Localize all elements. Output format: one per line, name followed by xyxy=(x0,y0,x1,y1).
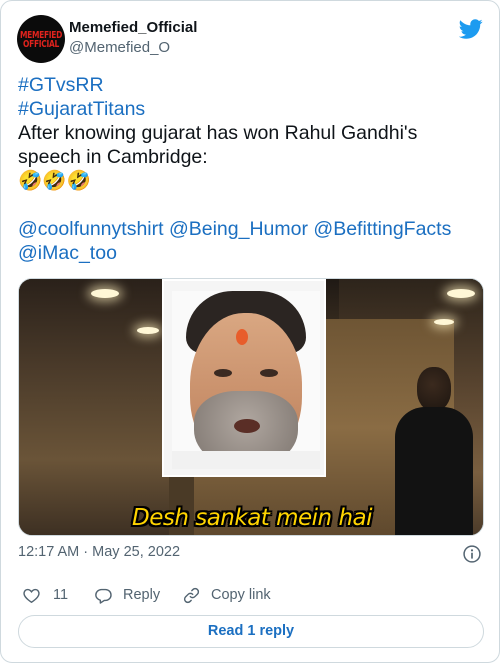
ceiling-light xyxy=(434,319,454,325)
tweet-body-line1: After knowing gujarat has won Rahul Gand… xyxy=(18,122,418,144)
ceiling-light xyxy=(91,289,119,298)
tweet-text: #GTvsRR #GujaratTitans After knowing guj… xyxy=(18,73,486,265)
meme-caption: Desh sankat mein hai xyxy=(131,505,373,531)
tweet-card: MEMEFIED OFFICIAL Memefied_Official @Mem… xyxy=(0,0,500,663)
read-replies-button[interactable]: Read 1 reply xyxy=(18,615,484,648)
mention-being-humor[interactable]: @Being_Humor xyxy=(169,218,308,240)
copy-link-label: Copy link xyxy=(211,587,271,603)
tweet-actions: 11 Reply Copy link xyxy=(18,584,484,606)
reply-button[interactable]: Reply xyxy=(94,584,160,606)
portrait-eye xyxy=(260,369,278,377)
background-man-head xyxy=(417,367,451,411)
mention-befittingfacts[interactable]: @BefittingFacts xyxy=(313,218,451,240)
tweet-emojis: 🤣🤣🤣 xyxy=(18,170,91,192)
tweet-header: MEMEFIED OFFICIAL Memefied_Official @Mem… xyxy=(17,15,485,63)
avatar[interactable]: MEMEFIED OFFICIAL xyxy=(17,15,65,63)
portrait-collar xyxy=(172,451,320,469)
author-handle[interactable]: @Memefied_O xyxy=(69,39,170,56)
ceiling-light xyxy=(447,289,475,298)
portrait-mouth xyxy=(234,419,260,433)
like-count: 11 xyxy=(53,587,69,603)
reply-bubble-icon xyxy=(95,588,112,604)
copy-link-button[interactable]: Copy link xyxy=(182,584,271,606)
portrait-eye xyxy=(214,369,232,377)
mention-coolfunnytshirt[interactable]: @coolfunnytshirt xyxy=(18,218,164,240)
author-display-name[interactable]: Memefied_Official xyxy=(69,19,197,36)
media-wall-left xyxy=(19,279,169,535)
inset-portrait-frame xyxy=(162,279,326,477)
twitter-bird-icon[interactable] xyxy=(459,17,483,41)
mention-imac-too[interactable]: @iMac_too xyxy=(18,242,117,264)
portrait-tilak xyxy=(236,329,248,345)
like-button[interactable]: 11 xyxy=(22,584,68,606)
ceiling-light xyxy=(137,327,159,334)
reply-label: Reply xyxy=(123,587,161,603)
info-icon[interactable] xyxy=(462,544,482,564)
inset-portrait xyxy=(172,291,320,469)
hashtag-gujarat-titans[interactable]: #GujaratTitans xyxy=(18,98,145,120)
tweet-body-line2: speech in Cambridge: xyxy=(18,146,208,168)
tweet-meta: 12:17 AM · May 25, 2022 xyxy=(18,544,484,564)
tweet-media-image[interactable]: Desh sankat mein hai xyxy=(18,278,484,536)
link-icon xyxy=(183,587,200,603)
tweet-timestamp[interactable]: 12:17 AM · May 25, 2022 xyxy=(18,544,180,560)
avatar-logo-line2: OFFICIAL xyxy=(23,37,59,50)
heart-icon xyxy=(23,588,40,603)
hashtag-gtvsrr[interactable]: #GTvsRR xyxy=(18,74,104,96)
